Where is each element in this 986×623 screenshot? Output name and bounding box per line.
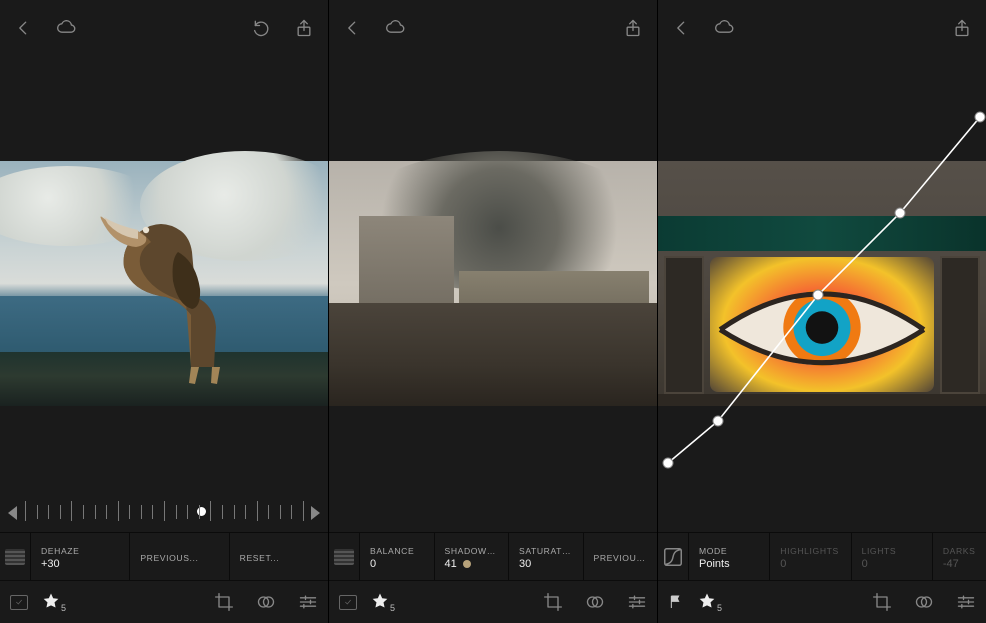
param-reset[interactable]: RESET... xyxy=(229,533,328,580)
param-saturation[interactable]: SATURATION 30 xyxy=(508,533,583,580)
param-balance[interactable]: BALANCE 0 xyxy=(359,533,434,580)
bottom-toolbar: 5 xyxy=(658,580,986,623)
parameter-bar: MODE Points HIGHLIGHTS 0 LIGHTS 0 DARKS … xyxy=(658,532,986,580)
hue-swatch-icon xyxy=(463,560,471,568)
share-icon[interactable] xyxy=(952,18,972,38)
photo-subject-pelican xyxy=(96,197,251,385)
slider-track[interactable] xyxy=(25,501,303,525)
param-highlights[interactable]: HIGHLIGHTS 0 xyxy=(769,533,850,580)
photo-preview[interactable] xyxy=(658,56,986,494)
photo-subject-eye-mural xyxy=(710,257,934,392)
slider-increase-icon[interactable] xyxy=(311,506,320,520)
star-rating-icon[interactable]: 5 xyxy=(42,592,66,612)
bottom-toolbar: 5 xyxy=(0,580,328,623)
cloud-sync-icon[interactable] xyxy=(714,18,734,38)
param-lights[interactable]: LIGHTS 0 xyxy=(851,533,932,580)
preview-thumb-icon[interactable] xyxy=(329,533,359,580)
cloud-sync-icon[interactable] xyxy=(385,18,405,38)
back-icon[interactable] xyxy=(343,18,363,38)
presets-icon[interactable] xyxy=(585,592,605,612)
pick-flag-icon[interactable] xyxy=(668,592,684,612)
param-darks[interactable]: DARKS -47 xyxy=(932,533,986,580)
adjust-icon[interactable] xyxy=(627,592,647,612)
param-mode[interactable]: MODE Points xyxy=(688,533,769,580)
star-rating-icon[interactable]: 5 xyxy=(371,592,395,612)
panel-dehaze: DEHAZE +30 PREVIOUS... RESET... 5 xyxy=(0,0,329,623)
share-icon[interactable] xyxy=(294,18,314,38)
back-icon[interactable] xyxy=(14,18,34,38)
parameter-bar: DEHAZE +30 PREVIOUS... RESET... xyxy=(0,532,328,580)
panel-split-tone: BALANCE 0 SHADOWS HUE 41 SATURATION 30 P… xyxy=(329,0,658,623)
cloud-sync-icon[interactable] xyxy=(56,18,76,38)
param-shadows-hue[interactable]: SHADOWS HUE 41 xyxy=(434,533,509,580)
adjust-icon[interactable] xyxy=(956,592,976,612)
panel-tone-curve: MODE Points HIGHLIGHTS 0 LIGHTS 0 DARKS … xyxy=(658,0,986,623)
topbar xyxy=(329,0,657,56)
pick-flag-icon[interactable] xyxy=(10,595,28,610)
back-icon[interactable] xyxy=(672,18,692,38)
adjust-icon[interactable] xyxy=(298,592,318,612)
topbar xyxy=(0,0,328,56)
photo-preview[interactable] xyxy=(329,56,657,494)
star-rating-icon[interactable]: 5 xyxy=(698,592,722,612)
share-icon[interactable] xyxy=(623,18,643,38)
photo-preview[interactable] xyxy=(0,56,328,494)
param-previous[interactable]: PREVIOUS... xyxy=(583,533,658,580)
crop-icon[interactable] xyxy=(214,592,234,612)
preview-thumb-icon[interactable] xyxy=(0,533,30,580)
parameter-bar: BALANCE 0 SHADOWS HUE 41 SATURATION 30 P… xyxy=(329,532,657,580)
undo-icon[interactable] xyxy=(252,18,272,38)
param-previous[interactable]: PREVIOUS... xyxy=(129,533,228,580)
bottom-toolbar: 5 xyxy=(329,580,657,623)
topbar xyxy=(658,0,986,56)
slider-decrease-icon[interactable] xyxy=(8,506,17,520)
pick-flag-icon[interactable] xyxy=(339,595,357,610)
crop-icon[interactable] xyxy=(872,592,892,612)
dehaze-slider[interactable] xyxy=(0,494,328,532)
param-dehaze[interactable]: DEHAZE +30 xyxy=(30,533,129,580)
crop-icon[interactable] xyxy=(543,592,563,612)
curve-mode-icon[interactable] xyxy=(658,533,688,580)
presets-icon[interactable] xyxy=(256,592,276,612)
presets-icon[interactable] xyxy=(914,592,934,612)
